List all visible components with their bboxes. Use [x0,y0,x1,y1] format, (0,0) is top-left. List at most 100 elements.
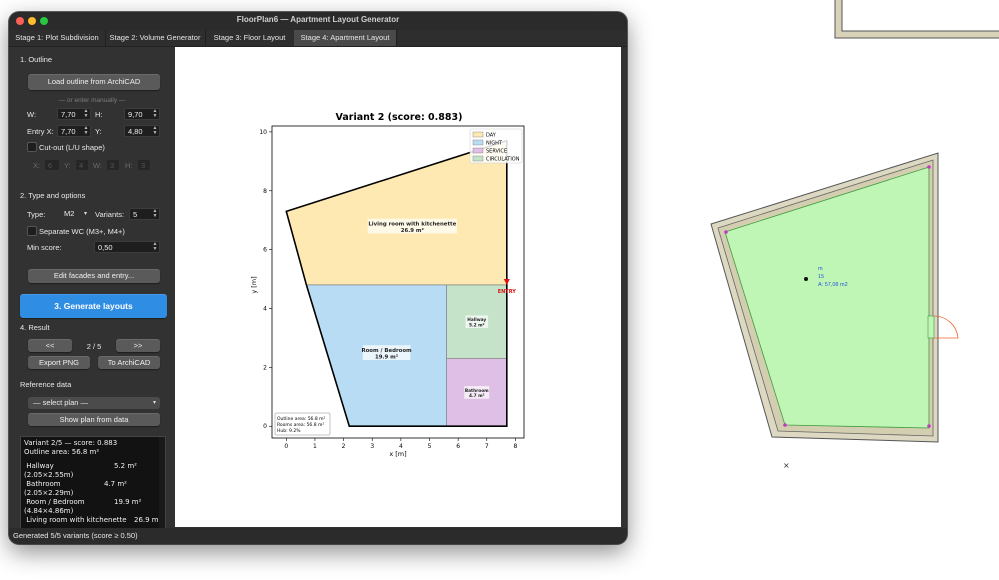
summary-room-row: Room / Bedroom 19.9 m² [24,498,165,507]
legend-swatch [472,155,484,162]
room-name-label: Hallway [467,317,486,323]
width-spinbox[interactable]: 7,70 ▲ ▼ [57,108,91,120]
summary-room-name: Hallway [24,462,54,470]
summary-room-dims: (2.05×2.55m) [24,471,74,479]
summary-room-row: Bathroom 4.7 m² [24,480,165,489]
tab-stage-2[interactable]: Stage 2: Volume Generator [105,30,206,46]
next-variant-button[interactable]: >> [116,339,160,352]
y-tick-label: 4 [263,305,267,312]
type-select[interactable]: M2 ▾ [59,208,91,220]
tab-stage-3[interactable]: Stage 3: Floor Layout [205,30,295,46]
cut-y-value: 4 [79,161,84,170]
title-bar: FloorPlan6 — Apartment Layout Generator [9,12,627,30]
close-icon[interactable]: × [783,461,790,470]
legend-swatch [472,131,484,138]
width-value: 7,70 [61,110,76,119]
export-png-button[interactable]: Export PNG [28,356,90,369]
room-area-label: 19.9 m² [375,354,399,361]
manual-entry-hint: — or enter manually — [58,97,126,104]
room-stamp-area: A: 57,08 m2 [818,282,848,288]
section-type-heading: 2. Type and options [20,191,86,200]
x-tick-label: 4 [399,443,403,450]
summary-room-name: Room / Bedroom [24,498,85,506]
section-outline-heading: 1. Outline [20,55,53,64]
legend-label: DAY [486,133,497,139]
width-label: W: [27,110,37,119]
room-stamp-marker[interactable] [804,277,808,281]
edit-facades-button[interactable]: Edit facades and entry... [28,269,160,283]
summary-room-area: 19.9 m² [114,498,142,506]
window-title: FloorPlan6 — Apartment Layout Generator [236,15,400,24]
to-archicad-button[interactable]: To ArchiCAD [98,356,160,369]
stage-tab-bar: Stage 1: Plot Subdivision Stage 2: Volum… [9,30,627,47]
door-symbol [927,315,959,339]
entry-y-spinbox[interactable]: 4,80 ▲ ▼ [124,125,160,137]
y-tick-label: 8 [263,188,267,195]
summary-variant-line: Variant 2/5 — score: 0.883 [24,439,118,447]
summary-room-area: 26.9 m² [134,516,162,524]
spin-arrows-icon[interactable]: ▲ ▼ [152,109,158,119]
entry-y-value: 4,80 [128,127,143,136]
spin-arrows-icon[interactable]: ▲ ▼ [152,242,158,252]
cut-w-value: 3 [110,161,115,170]
cut-x-spinbox[interactable]: 6 [44,159,60,171]
variants-spinbox[interactable]: 5 ▲ ▼ [129,208,160,220]
entry-label: ENTRY [498,289,517,295]
type-value: M2 [64,209,75,218]
legend-label: NIGHT [486,141,503,147]
room-name-label: Room / Bedroom [361,348,412,354]
x-tick-label: 1 [313,443,317,450]
x-tick-label: 3 [370,443,374,450]
archicad-plan-view: m 15 A: 57,08 m2 × [710,0,999,470]
chart-title: Variant 2 (score: 0.883) [336,112,463,123]
y-tick-label: 10 [259,129,267,136]
cut-y-label: Y: [64,161,71,170]
show-plan-button[interactable]: Show plan from data [28,413,160,426]
y-axis-label: y [m] [250,276,258,293]
summary-room-dims: (2.05×2.29m) [24,489,74,497]
height-spinbox[interactable]: 9,70 ▲ ▼ [124,108,160,120]
plan-room-zone[interactable] [724,166,930,429]
section-result-heading: 4. Result [20,323,50,332]
min-score-spinbox[interactable]: 0,50 ▲ ▼ [94,241,160,253]
x-tick-label: 5 [428,443,432,450]
summary-room-name: Bathroom [24,480,61,488]
entry-x-label: Entry X: [27,127,54,136]
previous-variant-button[interactable]: << [28,339,72,352]
spin-arrows-icon[interactable]: ▲ ▼ [152,209,158,219]
room-area-label: 5.2 m² [469,323,485,329]
height-label: H: [95,110,103,119]
separate-wc-checkbox[interactable] [27,226,37,236]
cut-w-label: W: [93,161,103,170]
x-tick-label: 8 [513,443,517,450]
tab-stage-4[interactable]: Stage 4: Apartment Layout [294,30,397,46]
room-area-label: 4.7 m² [469,393,485,399]
variant-summary-textbox[interactable]: Variant 2/5 — score: 0.883 Outline area:… [20,436,166,532]
spin-arrows-icon[interactable]: ▲ ▼ [83,126,89,136]
spin-arrows-icon[interactable]: ▲ ▼ [83,109,89,119]
x-axis-label: x [m] [389,450,406,458]
load-outline-button[interactable]: Load outline from ArchiCAD [28,74,160,90]
sidebar: 1. Outline Load outline from ArchiCAD — … [9,47,175,532]
y-tick-label: 6 [263,247,267,254]
generate-layouts-button[interactable]: 3. Generate layouts [20,294,167,318]
tab-stage-1[interactable]: Stage 1: Plot Subdivision [9,30,106,46]
summary-room-row: Living room with kitchenette 26.9 m² [24,516,165,525]
y-tick-label: 0 [263,423,267,430]
cut-y-spinbox[interactable]: 4 [75,159,89,171]
summary-room-area: 4.7 m² [104,480,127,488]
summary-scrollbar[interactable] [159,437,165,531]
entry-x-spinbox[interactable]: 7,70 ▲ ▼ [57,125,91,137]
cutout-checkbox[interactable] [27,142,37,152]
spin-arrows-icon[interactable]: ▲ ▼ [152,126,158,136]
x-tick-label: 2 [342,443,346,450]
cut-w-spinbox[interactable]: 3 [106,159,120,171]
status-bar: Generated 5/5 variants (score ≥ 0.50) [9,528,627,544]
summary-room-dims: (4.84×4.86m) [24,507,74,515]
x-tick-label: 7 [485,443,489,450]
cut-h-spinbox[interactable]: 3 [137,159,151,171]
plan-select[interactable]: — select plan — ▾ [28,397,160,409]
plan-select-value: — select plan — [33,398,89,407]
summary-room-row: Hallway 5.2 m² [24,462,165,471]
section-reference-heading: Reference data [20,380,72,389]
